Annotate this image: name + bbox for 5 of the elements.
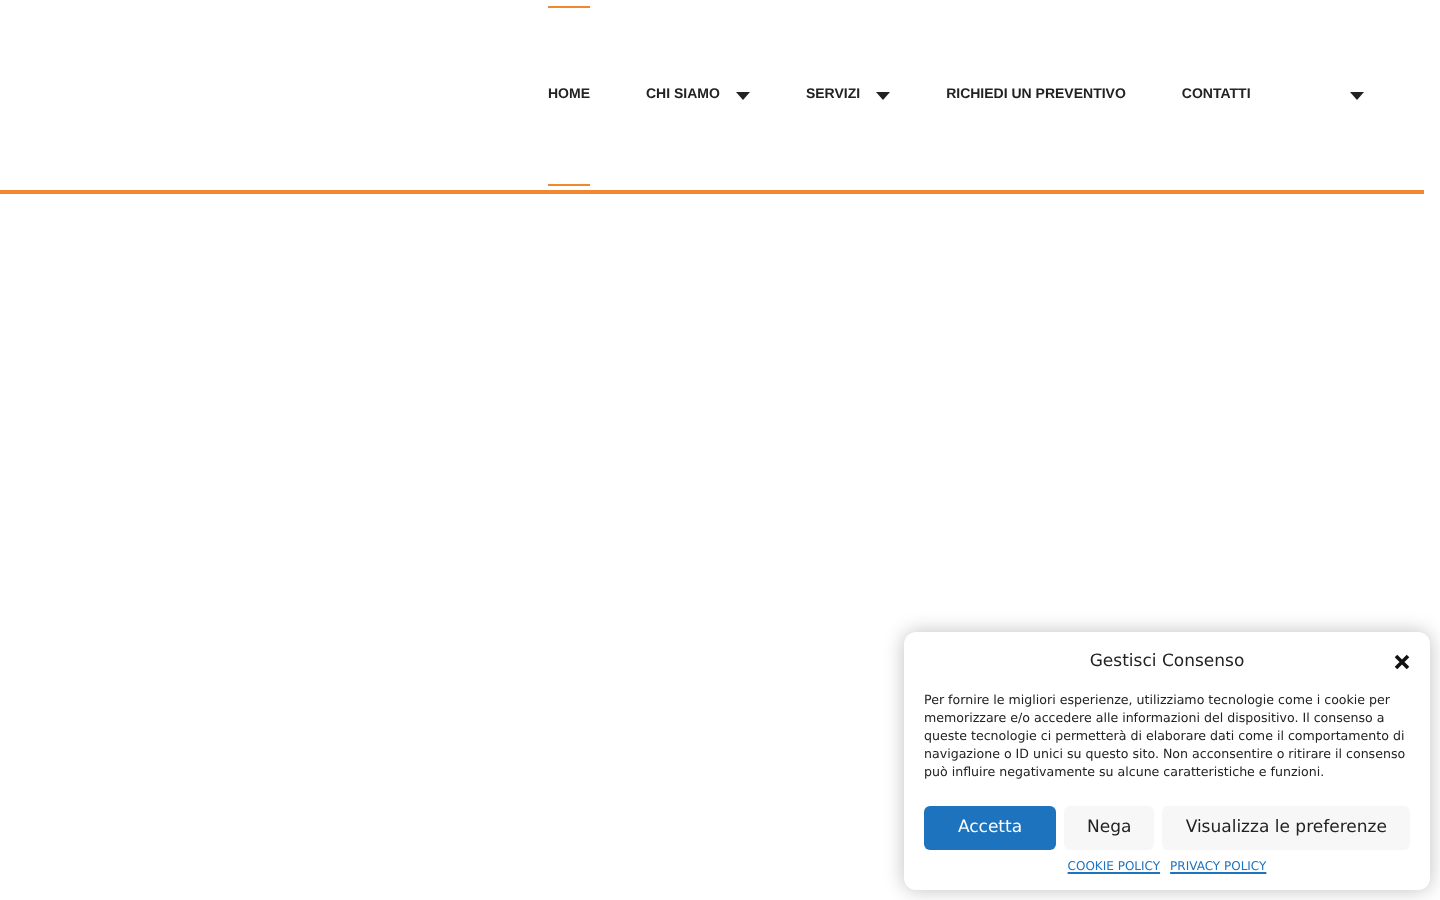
dialog-button[interactable]: Visualizza le preferenze — [1162, 806, 1410, 850]
dialog-title: Gestisci Consenso — [1089, 652, 1245, 672]
accept-button[interactable]: Accetta — [924, 806, 1056, 850]
dialog-button[interactable]: Nega — [1064, 806, 1155, 850]
close-icon[interactable] — [1394, 654, 1410, 670]
